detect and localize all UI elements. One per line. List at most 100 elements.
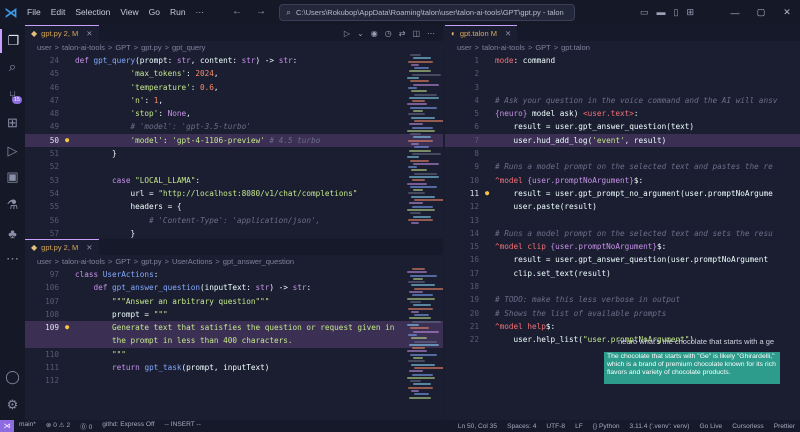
testing-icon[interactable]: ⚗ (0, 193, 25, 217)
record-icon[interactable]: ◉ (371, 29, 378, 38)
menu-item-file[interactable]: File (22, 0, 46, 25)
code-line[interactable]: 5 {neuro} model ask) <user.text>: (445, 107, 800, 120)
code-line[interactable]: the prompt in less than 400 characters. (25, 334, 443, 348)
breadcrumb-item[interactable]: gpt.py (141, 257, 161, 266)
code-editor[interactable]: 1 mode: command 2 3 4 # Ask your question in … (445, 54, 800, 347)
extensions-icon[interactable]: ⊞ (0, 111, 25, 135)
status-item[interactable]: Spaces: 4 (502, 423, 541, 430)
code-line[interactable]: 14 # Runs a model prompt on the selected … (445, 227, 800, 240)
chevron-down-icon[interactable]: ⌄ (357, 29, 364, 38)
breadcrumb-item[interactable]: gpt.py (141, 43, 161, 52)
menu-item-selection[interactable]: Selection (70, 0, 115, 25)
code-line[interactable]: 50 ● 'model': 'gpt-4-1106-preview' # 4.5 … (25, 133, 443, 148)
code-line[interactable]: 57 } (25, 227, 443, 238)
run-icon[interactable]: ▷ (344, 29, 350, 38)
code-line[interactable]: 11 ● result = user.gpt_prompt_no_argument… (445, 187, 800, 200)
status-item[interactable]: LF (570, 423, 588, 430)
breadcrumb-item[interactable]: user (37, 43, 52, 52)
toggle-secondary-sidebar-icon[interactable]: ▯ (674, 7, 679, 18)
status-item[interactable]: Go Live (694, 423, 727, 430)
code-line[interactable]: 48 'stop': None, (25, 107, 443, 120)
breadcrumb-item[interactable]: gpt_query (172, 43, 205, 52)
code-line[interactable]: 52 (25, 160, 443, 173)
breadcrumb-item[interactable]: GPT (535, 43, 550, 52)
status-item[interactable]: -- INSERT -- (160, 421, 206, 431)
code-line[interactable]: 56 # 'Content-Type': 'application/json', (25, 214, 443, 227)
settings-icon[interactable]: ⚙ (0, 393, 25, 417)
layout-icon[interactable]: ⊞ (686, 7, 694, 18)
code-line[interactable]: 12 user.paste(result) (445, 200, 800, 213)
code-editor[interactable]: 24 def gpt_query(prompt: str, content: st… (25, 54, 443, 238)
code-line[interactable]: 54 url = "http://localhost:8080/v1/chat/… (25, 187, 443, 200)
breadcrumb-item[interactable]: talon-ai-tools (62, 257, 105, 266)
code-line[interactable]: 15 ^model clip {user.promptNoArgument}$: (445, 240, 800, 253)
menu-item-more[interactable]: ··· (191, 0, 210, 25)
split-editor-icon[interactable]: ◫ (412, 29, 420, 38)
code-line[interactable]: 51 } (25, 147, 443, 160)
code-line[interactable]: 2 (445, 67, 800, 80)
status-item[interactable]: {} Python (588, 423, 625, 430)
breadcrumb-item[interactable]: UserActions (172, 257, 212, 266)
close-icon[interactable]: ✕ (86, 243, 92, 252)
remote-explorer-icon[interactable]: ▣ (0, 165, 25, 189)
toggle-sidebar-icon[interactable]: ▭ (640, 7, 649, 18)
arrow-right-icon[interactable]: → (256, 6, 266, 17)
breadcrumb-item[interactable]: GPT (115, 257, 130, 266)
code-line[interactable]: 16 result = user.gpt_answer_question(use… (445, 253, 800, 266)
remote-icon[interactable]: ⋊ (0, 420, 14, 432)
lightbulb-icon[interactable]: ● (485, 187, 489, 200)
tree-icon[interactable]: ♣ (0, 221, 25, 245)
code-line[interactable]: 110 """ (25, 348, 443, 361)
minimap[interactable] (407, 54, 443, 225)
breadcrumb-item[interactable]: GPT (115, 43, 130, 52)
code-line[interactable]: 4 # Ask your question in the voice comman… (445, 94, 800, 107)
close-icon[interactable]: ✕ (86, 29, 92, 38)
code-line[interactable]: 108 prompt = """ (25, 308, 443, 321)
explorer-icon[interactable]: ❐ (0, 29, 25, 53)
breadcrumb-item[interactable]: gpt.talon (561, 43, 590, 52)
menu-item-view[interactable]: View (115, 0, 143, 25)
timer-icon[interactable]: ◷ (385, 29, 392, 38)
command-center[interactable]: ⌕ C:\Users\Rokubop\AppData\Roaming\talon… (279, 4, 575, 21)
code-line[interactable]: 6 result = user.gpt_answer_question(text… (445, 120, 800, 133)
more-actions-icon[interactable]: ⋯ (427, 29, 435, 38)
code-line[interactable]: 112 (25, 374, 443, 387)
status-item[interactable]: ⓪ 0 (75, 421, 97, 431)
code-line[interactable]: 109 ● Generate text that satisfies the qu… (25, 321, 443, 335)
status-item[interactable]: Ln 50, Col 35 (453, 423, 502, 430)
run-debug-icon[interactable]: ▷ (0, 139, 25, 163)
close-icon[interactable]: ✕ (505, 29, 511, 38)
status-item[interactable]: githd: Express Off (97, 421, 159, 431)
code-line[interactable]: 17 clip.set_text(result) (445, 267, 800, 280)
menu-item-run[interactable]: Run (165, 0, 191, 25)
arrow-left-icon[interactable]: ← (232, 6, 242, 17)
code-line[interactable]: 18 (445, 280, 800, 293)
code-line[interactable]: 13 (445, 214, 800, 227)
code-line[interactable]: 9 # Runs a model prompt on the selected t… (445, 160, 800, 173)
breadcrumb-item[interactable]: user (37, 257, 52, 266)
tab-gpt-py-split[interactable]: ◆ gpt.py 2, M ✕ (25, 239, 99, 255)
code-line[interactable]: 24 def gpt_query(prompt: str, content: st… (25, 54, 443, 67)
tab-gpt-talon[interactable]: ◐ gpt.talon M ✕ (445, 25, 518, 41)
more-icon[interactable]: ⋯ (0, 247, 25, 271)
minimap[interactable] (407, 268, 443, 400)
code-line[interactable]: 97 class UserActions: (25, 268, 443, 281)
status-item[interactable]: Prettier (769, 423, 800, 430)
code-line[interactable]: 107 """Answer an arbitrary question""" (25, 295, 443, 308)
breadcrumb-item[interactable]: talon-ai-tools (482, 43, 525, 52)
code-line[interactable]: 21 ^model help$: (445, 320, 800, 333)
code-line[interactable]: 49 # 'model': 'gpt-3.5-turbo' (25, 120, 443, 133)
search-icon[interactable]: ⌕ (0, 55, 25, 79)
breadcrumb-item[interactable]: user (457, 43, 472, 52)
status-item[interactable]: UTF-8 (541, 423, 570, 430)
code-line[interactable]: 3 (445, 81, 800, 94)
code-line[interactable]: 46 'temperature': 0.6, (25, 81, 443, 94)
code-line[interactable]: 111 return gpt_task(prompt, inputText) (25, 361, 443, 374)
status-item[interactable]: main* (14, 421, 41, 431)
code-line[interactable]: 53 case "LOCAL_LLAMA": (25, 174, 443, 187)
status-item[interactable]: ⊗ 0 ⚠ 2 (41, 421, 75, 431)
compare-icon[interactable]: ⇄ (399, 29, 406, 38)
status-item[interactable]: 3.11.4 ('.venv': venv) (625, 423, 695, 430)
code-line[interactable]: 10 ^model {user.promptNoArgument}$: (445, 174, 800, 187)
code-line[interactable]: 106 def gpt_answer_question(inputText: s… (25, 281, 443, 294)
